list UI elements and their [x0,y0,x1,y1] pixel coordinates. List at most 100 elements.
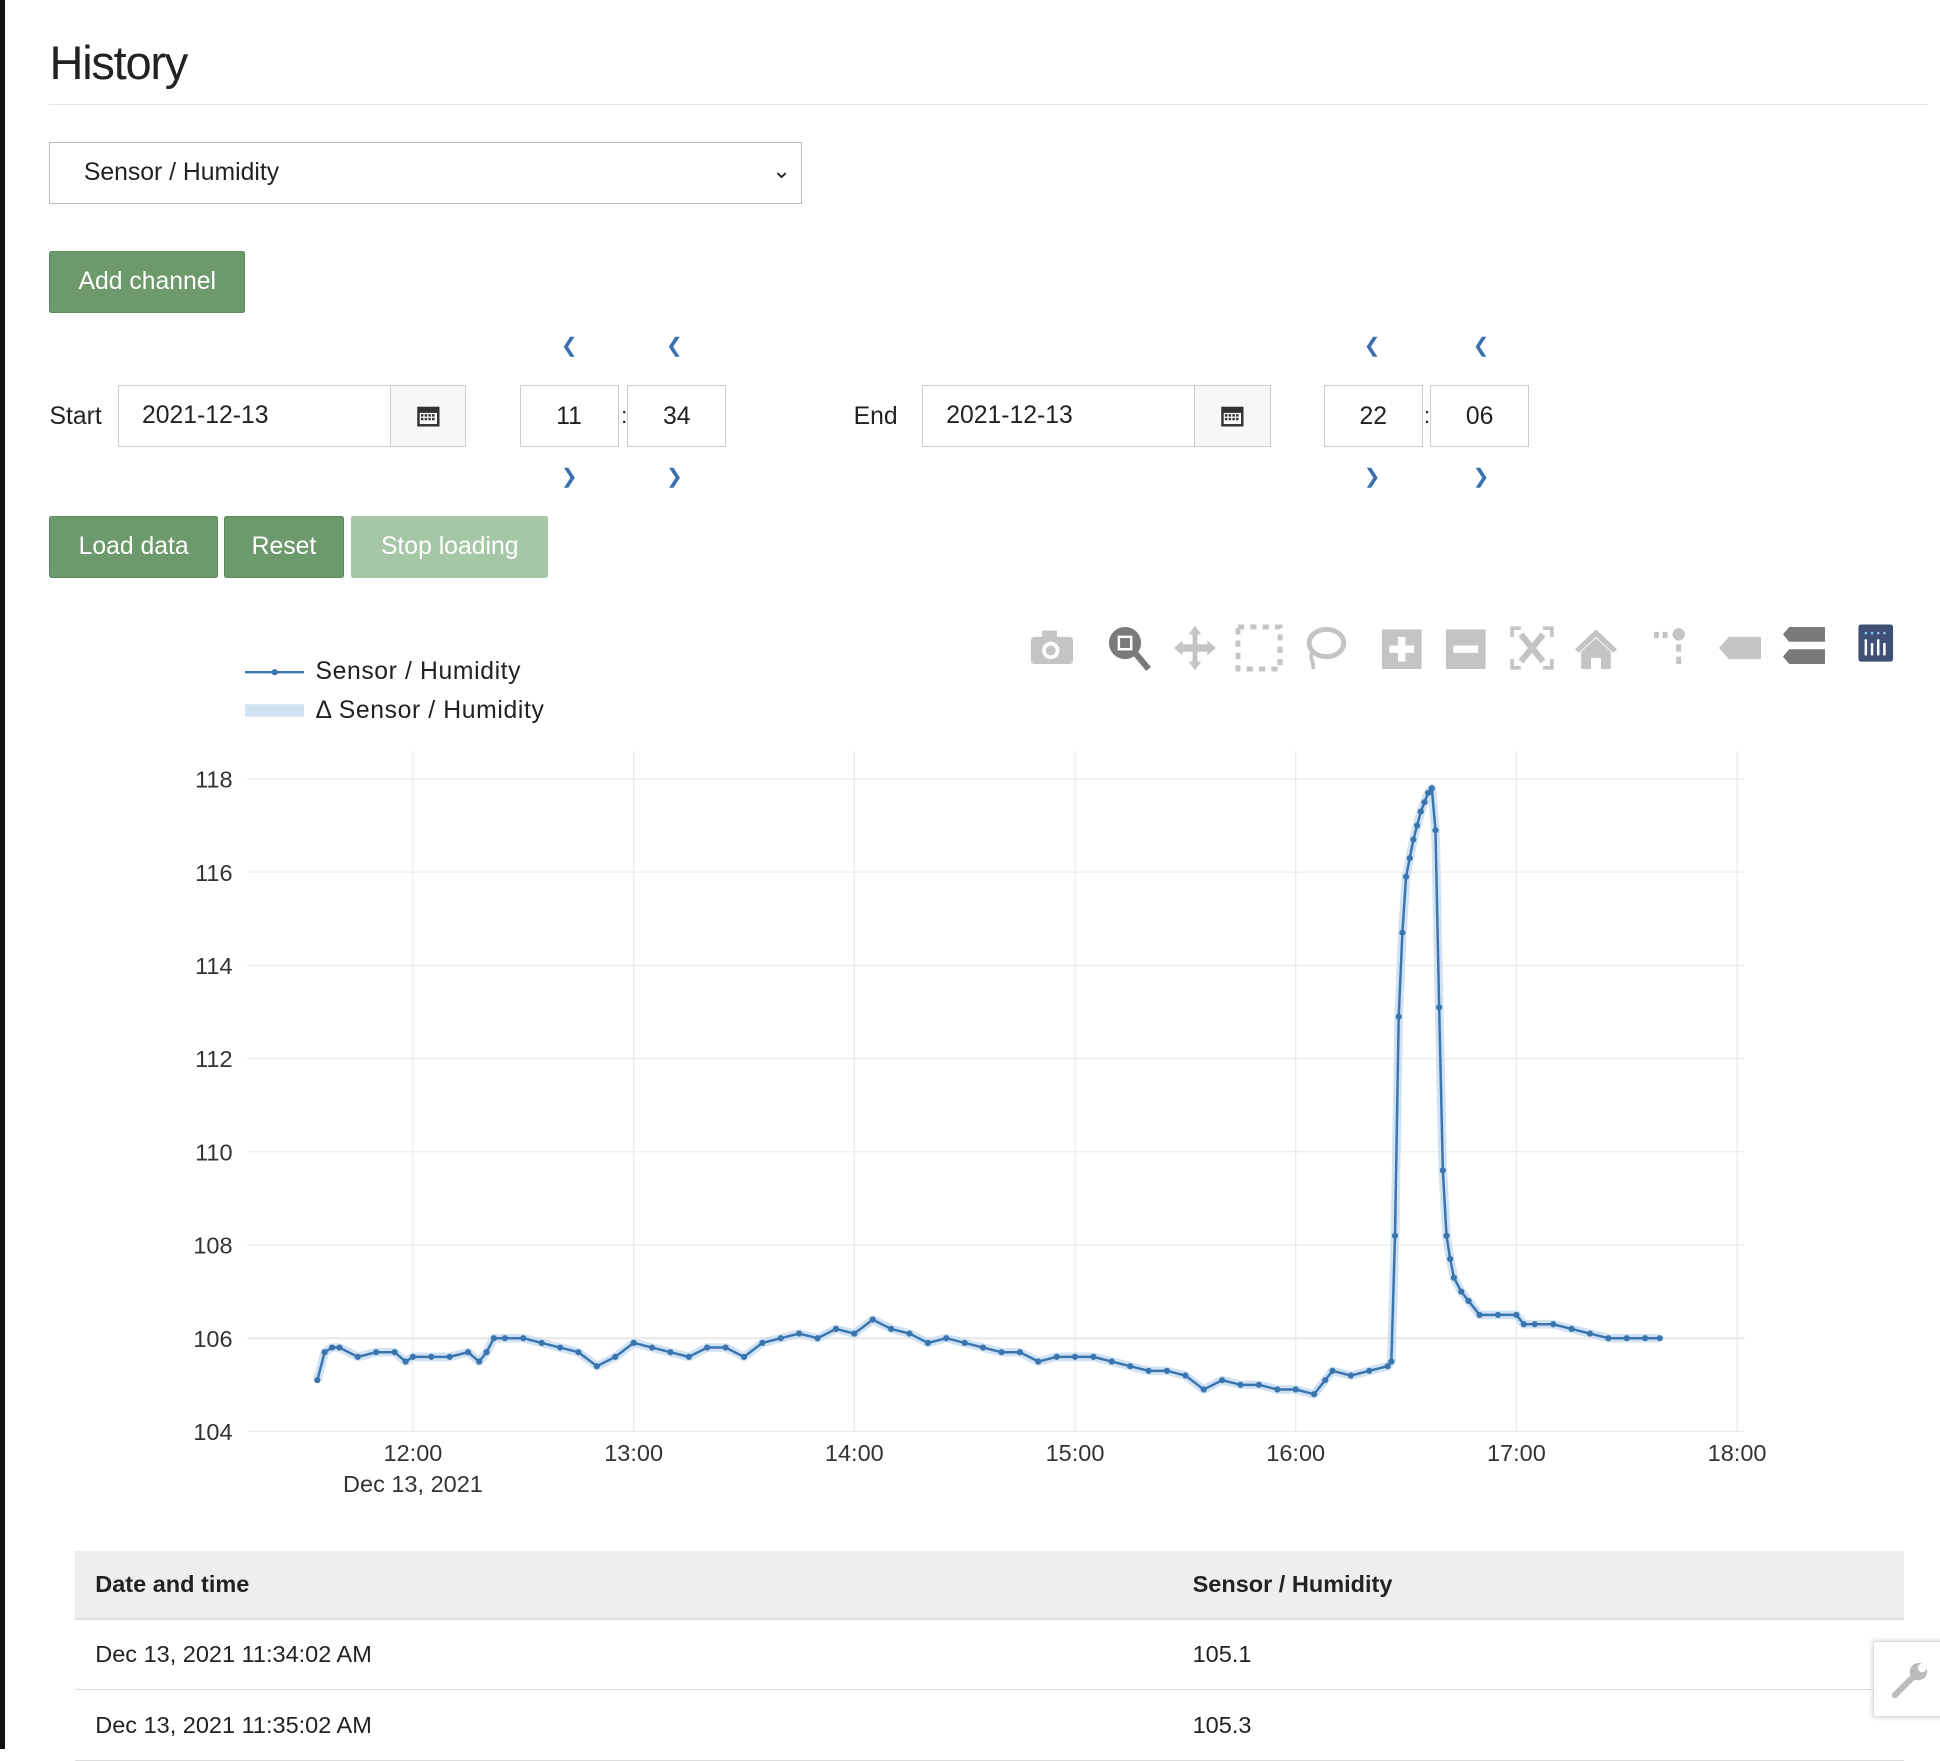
y-tick-label: 110 [195,1139,232,1165]
autoscale-icon[interactable] [1506,622,1558,674]
data-point [1443,1232,1450,1239]
end-hour-down-icon[interactable]: ❯ [1353,465,1390,489]
data-point [1219,1377,1226,1384]
y-tick-label: 104 [193,1419,232,1445]
channel-select-value: Sensor / Humidity [83,159,280,187]
data-point [1366,1367,1373,1374]
data-point [1623,1335,1630,1342]
data-point [1406,855,1413,862]
reset-button[interactable]: Reset [223,515,344,578]
data-point [1550,1321,1557,1328]
start-hour-down-icon[interactable]: ❯ [551,465,588,489]
divider [49,103,1928,105]
table-row: Dec 13, 2021 11:34:02 AM 105.1 [75,1619,1905,1691]
data-point [1391,1232,1399,1239]
start-minute-field[interactable]: 34 [627,384,727,447]
lasso-select-icon[interactable] [1298,622,1350,674]
end-minute-up-icon[interactable]: ❮ [1462,334,1499,358]
data-point [906,1330,913,1337]
stop-loading-button[interactable]: Stop loading [351,515,549,578]
calendar-icon[interactable] [1194,385,1270,446]
start-hour-field[interactable]: 11 [519,384,619,447]
x-tick-label: 13:00 [604,1440,663,1466]
data-point [321,1349,328,1356]
zoom-icon[interactable] [1104,622,1156,674]
data-point [961,1339,968,1346]
data-point [1402,873,1410,880]
data-point [1255,1381,1263,1388]
data-point [740,1353,748,1360]
camera-icon[interactable] [1026,622,1078,674]
pan-icon[interactable] [1169,622,1221,674]
legend-item[interactable]: Δ Sensor / Humidity [244,692,544,730]
calendar-icon[interactable] [390,385,466,446]
data-point [1237,1381,1244,1388]
y-tick-label: 116 [195,860,232,886]
data-point [979,1344,987,1351]
data-point [1322,1377,1329,1384]
data-point [648,1344,656,1351]
load-data-button[interactable]: Load data [49,515,218,578]
data-point [1421,799,1428,806]
x-date-label: Dec 13, 2021 [343,1471,483,1497]
start-hour-up-icon[interactable]: ❮ [551,334,588,358]
x-tick-label: 16:00 [1266,1440,1325,1466]
data-point [1384,1363,1391,1370]
end-hour-up-icon[interactable]: ❮ [1353,334,1390,358]
data-point [832,1325,840,1332]
data-point [1016,1349,1023,1356]
delta-band [313,783,1660,1399]
x-tick-label: 17:00 [1487,1440,1546,1466]
data-point [1127,1363,1134,1370]
data-point [556,1344,564,1351]
reset-axes-icon[interactable] [1570,622,1622,674]
start-minute-down-icon[interactable]: ❯ [656,465,693,489]
data-point [490,1335,497,1342]
data-point [888,1325,895,1332]
data-point [943,1335,950,1342]
data-point [465,1349,472,1356]
data-point [1656,1335,1663,1342]
plotly-logo-icon[interactable] [1851,622,1903,674]
data-point [1053,1353,1060,1360]
data-point [1108,1358,1115,1365]
page-title: History [49,35,188,89]
end-date-value: 2021-12-13 [946,401,1073,429]
data-point [667,1349,674,1356]
data-point [1458,1288,1465,1295]
settings-wrench-button[interactable] [1873,1640,1940,1717]
legend-label: Sensor / Humidity [315,658,522,686]
end-hour-field[interactable]: 22 [1323,384,1423,447]
data-point [538,1339,545,1346]
column-header: Date and time [75,1551,1173,1621]
data-table: Date and time Sensor / Humidity Dec 13, … [75,1551,1905,1761]
data-point [759,1339,766,1346]
y-tick-label: 106 [193,1326,232,1352]
start-date-field[interactable]: 2021-12-13 [117,384,467,447]
humidity-chart: 12:00 Dec 13, 2021 13:00 14:00 15:00 16:00 17:… [193,750,1767,1497]
zoom-in-icon[interactable] [1377,622,1429,674]
end-minute-down-icon[interactable]: ❯ [1462,465,1499,489]
data-point [373,1349,380,1356]
data-point [483,1349,490,1356]
data-point [998,1349,1005,1356]
y-tick-label: 112 [195,1046,232,1072]
data-point [1311,1391,1318,1398]
data-point [428,1353,435,1360]
hover-compare-icon[interactable] [1778,622,1830,674]
hover-closest-icon[interactable] [1714,622,1766,674]
end-date-field[interactable]: 2021-12-13 [921,384,1271,447]
spike-lines-icon[interactable] [1649,622,1701,674]
data-point [796,1330,803,1337]
zoom-out-icon[interactable] [1441,622,1493,674]
end-minute-field[interactable]: 06 [1430,384,1530,447]
start-minute-up-icon[interactable]: ❮ [656,334,693,358]
data-point [328,1344,336,1351]
data-point [1520,1321,1527,1328]
box-select-icon[interactable] [1233,622,1285,674]
channel-select[interactable]: Sensor / Humidity ⌄ [49,142,802,205]
add-channel-button[interactable]: Add channel [49,251,245,313]
data-point [354,1353,361,1360]
x-tick-label: 14:00 [825,1440,884,1466]
legend-item[interactable]: Sensor / Humidity [244,653,544,691]
